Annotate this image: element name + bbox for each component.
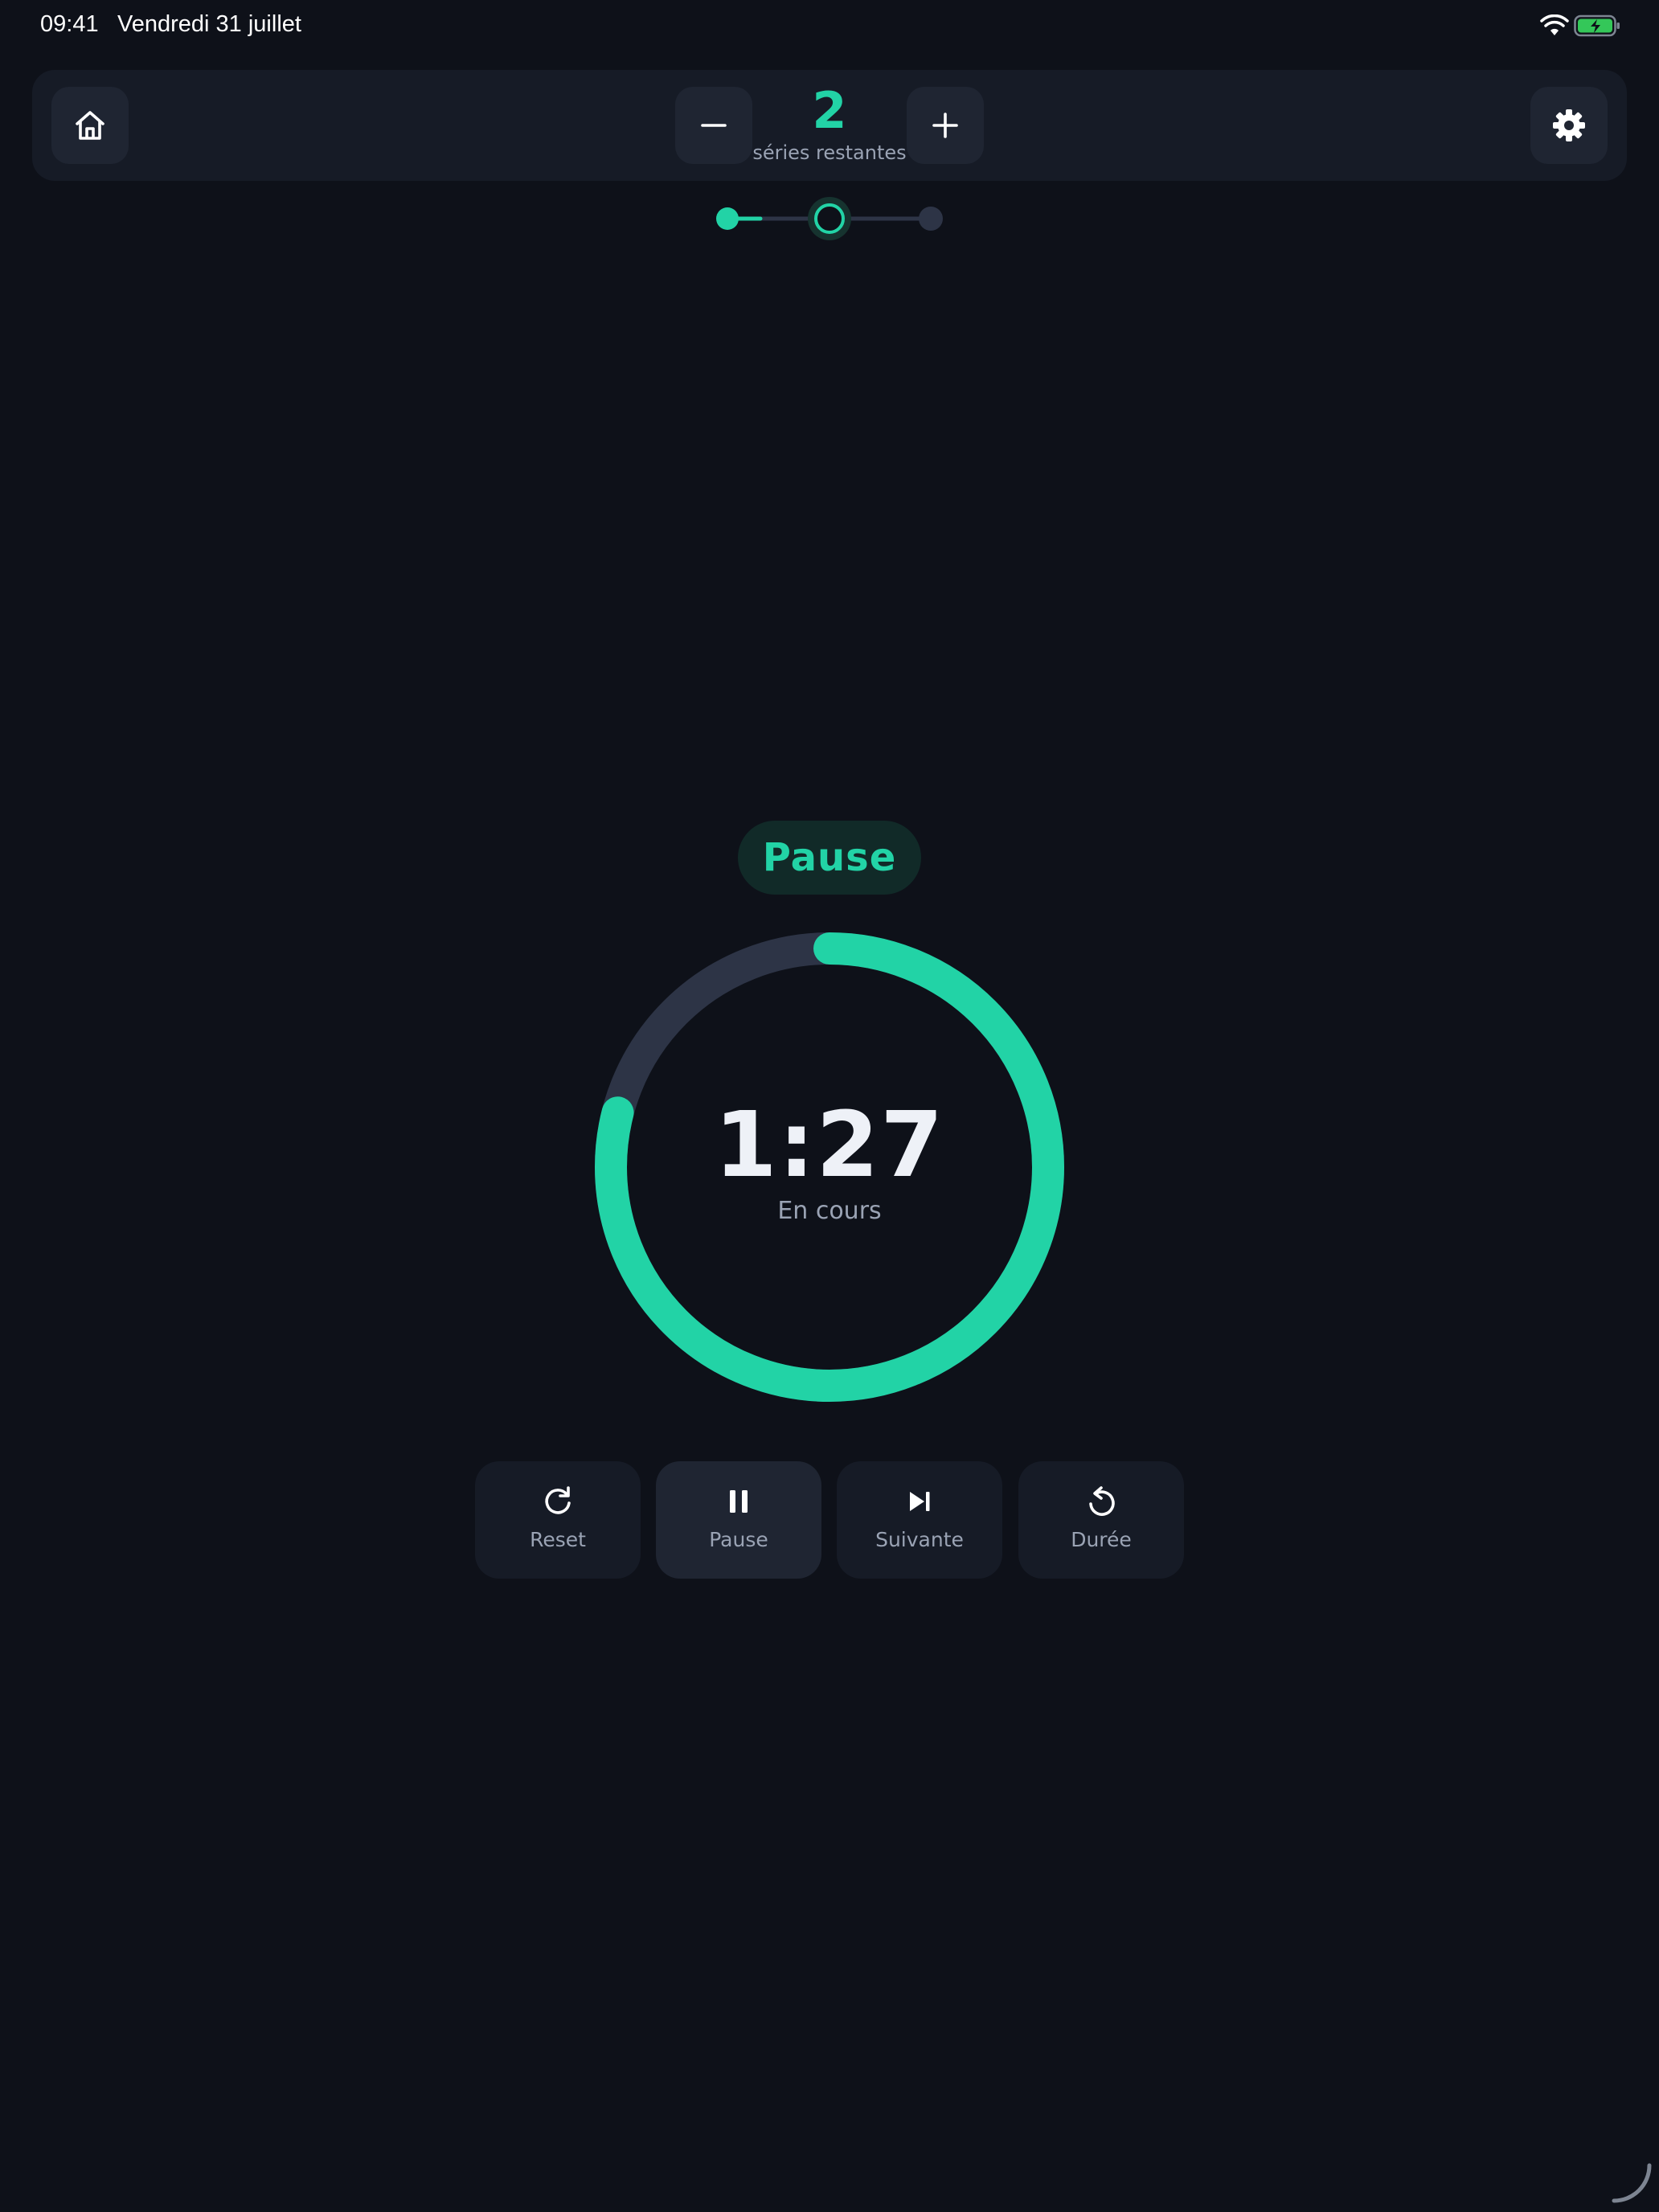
- pause-label: Pause: [709, 1528, 768, 1551]
- home-button[interactable]: [51, 87, 129, 164]
- reset-label: Reset: [530, 1528, 586, 1551]
- control-bar: Reset Pause Suivante Durée: [475, 1461, 1184, 1579]
- minus-icon: [701, 124, 727, 127]
- gear-icon: [1553, 109, 1585, 141]
- series-stepper: [716, 197, 943, 240]
- plus-icon: [932, 113, 958, 138]
- stepper-dot-current: [814, 203, 845, 234]
- phase-badge: Pause: [738, 821, 921, 895]
- status-date: Vendredi 31 juillet: [117, 11, 301, 37]
- status-time: 09:41: [40, 11, 99, 37]
- duration-button[interactable]: Durée: [1018, 1461, 1184, 1579]
- next-button[interactable]: Suivante: [837, 1461, 1002, 1579]
- refresh-icon: [545, 1486, 571, 1514]
- top-toolbar: 2 séries restantes: [32, 70, 1627, 181]
- timer-countdown: 1:27: [714, 1093, 945, 1198]
- settings-button[interactable]: [1530, 87, 1608, 164]
- series-remaining-count: 2: [812, 81, 847, 140]
- wifi-icon: [1540, 14, 1569, 35]
- pause-button[interactable]: Pause: [656, 1461, 821, 1579]
- reset-button[interactable]: Reset: [475, 1461, 641, 1579]
- duration-label: Durée: [1071, 1528, 1132, 1551]
- battery-charging-icon: [1574, 14, 1620, 37]
- status-bar: 09:41 Vendredi 31 juillet: [0, 0, 1659, 51]
- timer-status: En cours: [777, 1197, 882, 1225]
- next-label: Suivante: [875, 1528, 964, 1551]
- undo-icon: [1089, 1486, 1115, 1516]
- stepper-dot-completed: [716, 207, 739, 230]
- corner-scroll-indicator: [1612, 2163, 1652, 2203]
- stepper-dot-upcoming: [919, 207, 943, 231]
- increase-series-button[interactable]: [907, 87, 984, 164]
- series-remaining-label: séries restantes: [752, 141, 907, 164]
- skip-next-icon: [910, 1492, 930, 1511]
- home-icon: [76, 111, 104, 140]
- pause-icon: [730, 1490, 748, 1513]
